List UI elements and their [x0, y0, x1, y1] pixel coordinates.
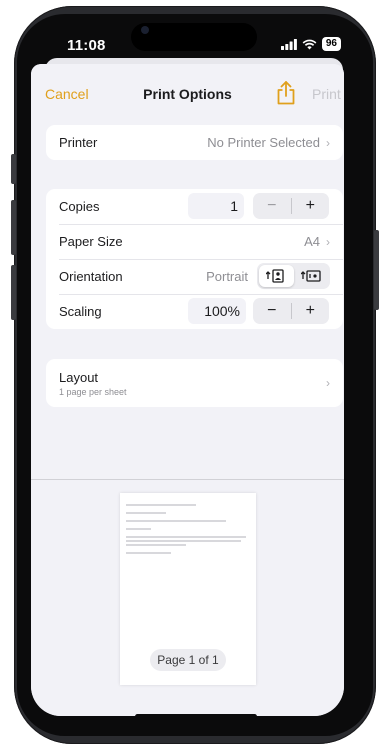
layout-subtitle: 1 page per sheet — [59, 386, 127, 397]
status-icons: 96 — [280, 37, 341, 51]
preview-text-line — [126, 512, 166, 514]
paper-size-label: Paper Size — [59, 234, 123, 249]
copies-row: Copies 1 − + — [46, 189, 343, 224]
chevron-right-icon: › — [326, 376, 330, 390]
chevron-right-icon: › — [326, 135, 330, 150]
scaling-field[interactable]: 100% — [188, 298, 246, 324]
nav-bar: Cancel Print Options Print — [31, 78, 344, 112]
scaling-label: Scaling — [59, 304, 102, 319]
page-count-label: Page 1 of 1 — [150, 649, 226, 671]
preview-text-line — [126, 536, 246, 538]
preview-text-line — [126, 544, 186, 546]
camera-icon — [141, 26, 149, 34]
printer-value: No Printer Selected — [207, 135, 320, 150]
layout-card: Layout 1 page per sheet › — [46, 359, 343, 407]
preview-text-line — [126, 540, 241, 542]
orientation-control — [257, 263, 330, 289]
scaling-stepper: − + — [253, 298, 329, 324]
orientation-label: Orientation — [59, 269, 123, 284]
preview-divider — [31, 479, 344, 480]
scaling-row: Scaling 100% − + — [46, 294, 343, 329]
print-options-sheet: Cancel Print Options Print Printer No Pr… — [31, 64, 344, 716]
power-button — [374, 230, 379, 310]
chevron-right-icon: › — [326, 234, 330, 249]
print-button[interactable]: Print — [312, 86, 341, 102]
landscape-orientation-icon[interactable] — [294, 265, 329, 287]
orientation-value: Portrait — [206, 269, 248, 284]
plus-icon[interactable]: + — [292, 298, 330, 324]
battery-indicator: 96 — [321, 37, 341, 51]
minus-icon[interactable]: − — [253, 193, 291, 219]
cellular-signal-icon — [280, 38, 297, 50]
preview-text-line — [126, 504, 196, 506]
volume-down-button — [11, 265, 16, 320]
printer-card: Printer No Printer Selected › — [46, 125, 343, 160]
portrait-orientation-icon[interactable] — [259, 265, 294, 287]
home-indicator[interactable] — [135, 714, 257, 719]
printer-label: Printer — [59, 135, 98, 150]
layout-label: Layout — [59, 369, 99, 385]
preview-text-line — [126, 528, 151, 530]
layout-text: Layout 1 page per sheet — [59, 370, 127, 397]
page-title: Print Options — [143, 86, 232, 102]
status-time: 11:08 — [67, 37, 106, 54]
settings-card: Copies 1 − + Paper Size A4 › Orientation… — [46, 189, 343, 329]
copies-stepper: − + — [253, 193, 329, 219]
wifi-icon — [302, 39, 317, 49]
share-icon[interactable] — [275, 81, 297, 105]
page-preview[interactable]: Page 1 of 1 — [120, 493, 256, 685]
printer-row[interactable]: Printer No Printer Selected › — [46, 125, 343, 160]
paper-size-value: A4 — [304, 234, 320, 249]
preview-text-line — [126, 552, 171, 554]
orientation-row: Orientation Portrait — [46, 259, 343, 294]
volume-up-button — [11, 200, 16, 255]
print-options-screen: Cancel Print Options Print Printer No Pr… — [31, 64, 344, 716]
mute-switch — [11, 154, 16, 184]
dynamic-island — [131, 23, 257, 51]
plus-icon[interactable]: + — [292, 193, 330, 219]
minus-icon[interactable]: − — [253, 298, 291, 324]
paper-size-row[interactable]: Paper Size A4 › — [46, 224, 343, 259]
preview-text-line — [126, 520, 226, 522]
copies-label: Copies — [59, 199, 100, 214]
copies-field[interactable]: 1 — [188, 193, 244, 219]
layout-row[interactable]: Layout 1 page per sheet › — [46, 359, 343, 407]
